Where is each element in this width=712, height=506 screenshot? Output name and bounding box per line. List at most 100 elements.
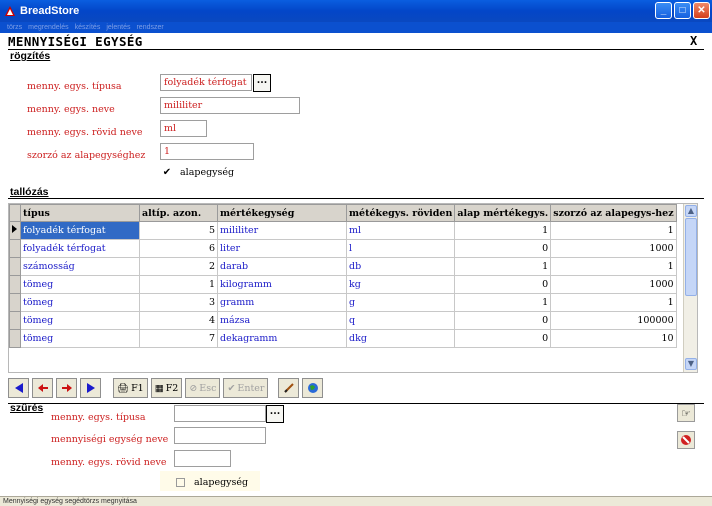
filter-type-field[interactable] — [174, 405, 266, 422]
col-subtype-id[interactable]: altíp. azon. — [139, 204, 218, 222]
cell-unit-short[interactable]: ml — [345, 221, 456, 240]
cell-subtype-id[interactable]: 5 — [139, 221, 218, 240]
cell-unit-short[interactable]: q — [345, 311, 456, 330]
first-record-button[interactable] — [8, 378, 29, 398]
filter-short-field[interactable] — [174, 450, 231, 467]
cell-base-unit[interactable]: 1 — [454, 293, 552, 312]
cell-type[interactable]: tömeg — [20, 311, 140, 330]
cell-base-unit[interactable]: 0 — [454, 275, 552, 294]
cell-factor[interactable]: 1 — [550, 293, 677, 312]
filter-type-lookup-button[interactable]: ... — [266, 405, 284, 423]
col-unit[interactable]: mértékegység — [217, 204, 347, 222]
type-lookup-button[interactable]: ... — [253, 74, 271, 92]
cell-subtype-id[interactable]: 2 — [139, 257, 218, 276]
cell-type[interactable]: számosság — [20, 257, 140, 276]
cell-base-unit[interactable]: 0 — [454, 329, 552, 348]
data-grid[interactable]: típus altíp. azon. mértékegység métékegy… — [8, 203, 698, 373]
table-row[interactable]: számosság 2 darab db 1 1 — [9, 257, 677, 276]
cell-type[interactable]: tömeg — [20, 329, 140, 348]
base-unit-checkbox[interactable]: ✔ — [162, 168, 172, 178]
cell-base-unit[interactable]: 1 — [454, 221, 552, 240]
row-indicator[interactable] — [9, 221, 21, 240]
apply-filter-button[interactable]: ☞ — [677, 404, 695, 422]
cell-base-unit[interactable]: 0 — [454, 239, 552, 258]
cell-unit[interactable]: liter — [217, 239, 347, 258]
table-row[interactable]: tömeg 3 gramm g 1 1 — [9, 293, 677, 312]
cell-unit[interactable]: mázsa — [217, 311, 347, 330]
close-form-button[interactable]: X — [690, 34, 697, 48]
cell-factor[interactable]: 1000 — [550, 239, 677, 258]
edit-button[interactable] — [278, 378, 300, 398]
cell-type[interactable]: tömeg — [20, 275, 140, 294]
cell-factor[interactable]: 1 — [550, 221, 677, 240]
cell-type[interactable]: tömeg — [20, 293, 140, 312]
cell-subtype-id[interactable]: 1 — [139, 275, 218, 294]
scroll-up-icon[interactable]: ▲ — [685, 205, 697, 217]
table-row[interactable]: folyadék térfogat 5 mililiter ml 1 1 — [9, 221, 677, 240]
row-indicator[interactable] — [9, 239, 21, 258]
menu-item-jelentes[interactable]: jelentés — [106, 24, 130, 31]
clear-filter-button[interactable] — [677, 431, 695, 449]
filter-name-field[interactable] — [174, 427, 266, 444]
cell-type[interactable]: folyadék térfogat — [20, 221, 140, 240]
table-row[interactable]: tömeg 7 dekagramm dkg 0 10 — [9, 329, 677, 348]
cell-unit[interactable]: mililiter — [217, 221, 347, 240]
esc-button[interactable]: ⊘ Esc — [185, 378, 221, 398]
cell-subtype-id[interactable]: 3 — [139, 293, 218, 312]
scroll-down-icon[interactable]: ▼ — [685, 358, 697, 370]
col-unit-short[interactable]: métékegys. röviden — [345, 204, 456, 222]
scroll-thumb[interactable] — [685, 218, 697, 296]
row-indicator[interactable] — [9, 311, 21, 330]
type-field[interactable]: folyadék térfogat — [160, 74, 252, 91]
cell-unit-short[interactable]: dkg — [345, 329, 456, 348]
row-indicator[interactable] — [9, 275, 21, 294]
cell-unit-short[interactable]: kg — [345, 275, 456, 294]
cell-subtype-id[interactable]: 4 — [139, 311, 218, 330]
menu-item-keszites[interactable]: készítés — [75, 24, 101, 31]
cell-factor[interactable]: 100000 — [550, 311, 677, 330]
short-name-field[interactable]: ml — [160, 120, 207, 137]
col-factor[interactable]: szorzó az alapegys-hez — [550, 204, 677, 222]
prior-record-button[interactable] — [32, 378, 53, 398]
globe-button[interactable] — [302, 378, 324, 398]
row-indicator[interactable] — [9, 329, 21, 348]
maximize-button[interactable]: □ — [674, 2, 691, 19]
filter-base-unit-checkbox[interactable] — [176, 478, 185, 487]
menu-item-torzs[interactable]: törzs — [7, 24, 22, 31]
cell-unit-short[interactable]: l — [345, 239, 456, 258]
menu-item-rendszer[interactable]: rendszer — [136, 24, 163, 31]
cell-base-unit[interactable]: 1 — [454, 257, 552, 276]
next-record-button[interactable] — [56, 378, 77, 398]
table-row[interactable]: tömeg 4 mázsa q 0 100000 — [9, 311, 677, 330]
name-field[interactable]: mililiter — [160, 97, 300, 114]
table-row[interactable]: tömeg 1 kilogramm kg 0 1000 — [9, 275, 677, 294]
menu-item-megrendeles[interactable]: megrendelés — [28, 24, 68, 31]
cancel-icon: ⊘ — [189, 382, 198, 394]
cell-unit[interactable]: darab — [217, 257, 347, 276]
f2-button[interactable]: ▦ F2 — [150, 378, 183, 398]
cell-factor[interactable]: 1000 — [550, 275, 677, 294]
cell-subtype-id[interactable]: 7 — [139, 329, 218, 348]
cell-unit-short[interactable]: g — [345, 293, 456, 312]
col-type[interactable]: típus — [20, 204, 140, 222]
cell-type[interactable]: folyadék térfogat — [20, 239, 140, 258]
grid-vertical-scrollbar[interactable]: ▲ ▼ — [683, 204, 697, 372]
cell-subtype-id[interactable]: 6 — [139, 239, 218, 258]
row-indicator[interactable] — [9, 293, 21, 312]
cell-unit[interactable]: gramm — [217, 293, 347, 312]
cell-base-unit[interactable]: 0 — [454, 311, 552, 330]
table-row[interactable]: folyadék térfogat 6 liter l 0 1000 — [9, 239, 677, 258]
cell-unit[interactable]: dekagramm — [217, 329, 347, 348]
f1-button[interactable]: 🖨 F1 — [113, 378, 148, 398]
cell-factor[interactable]: 10 — [550, 329, 677, 348]
cell-unit-short[interactable]: db — [345, 257, 456, 276]
col-base-unit[interactable]: alap mértékegys. — [454, 204, 552, 222]
minimize-button[interactable]: _ — [655, 2, 672, 19]
row-indicator[interactable] — [9, 257, 21, 276]
enter-button[interactable]: ✔ Enter — [223, 378, 269, 398]
factor-field[interactable]: 1 — [160, 143, 254, 160]
cell-factor[interactable]: 1 — [550, 257, 677, 276]
cell-unit[interactable]: kilogramm — [217, 275, 347, 294]
last-record-button[interactable] — [80, 378, 101, 398]
close-window-button[interactable]: ✕ — [693, 2, 710, 19]
